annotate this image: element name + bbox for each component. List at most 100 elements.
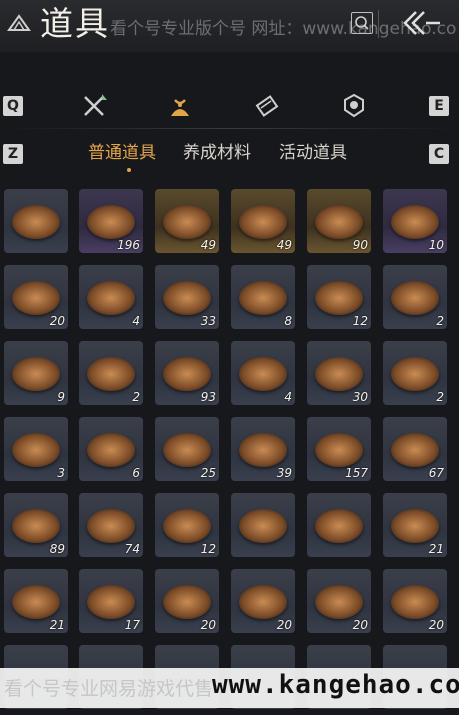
key-hint-c[interactable]: C <box>429 144 449 164</box>
item-count: 3 <box>57 466 65 480</box>
item-slot[interactable]: 4 <box>79 265 143 329</box>
bundle-icon[interactable] <box>166 92 194 120</box>
fish-plate-icon <box>12 509 60 543</box>
item-slot[interactable]: 25 <box>155 417 219 481</box>
item-count: 196 <box>117 238 140 252</box>
key-hint-q[interactable]: Q <box>3 96 23 116</box>
back-arrow-icon[interactable] <box>400 8 444 38</box>
item-slot[interactable]: 8 <box>231 265 295 329</box>
roast-plate-icon <box>239 509 287 543</box>
item-slot[interactable]: 20 <box>383 569 447 633</box>
gold-ingot-icon <box>239 205 287 239</box>
pancake-plate-icon <box>391 509 439 543</box>
item-count: 17 <box>124 618 140 632</box>
rice-bowl-icon <box>315 433 363 467</box>
tab-growth-materials[interactable]: 养成材料 <box>183 140 251 166</box>
item-slot[interactable]: 12 <box>155 493 219 557</box>
soup-bowl-icon <box>239 357 287 391</box>
item-count: 21 <box>428 542 444 556</box>
green-drink-icon <box>87 281 135 315</box>
header-bar: 道具 看个号专业版个号 网址：www.kangehao.co <box>0 0 459 52</box>
item-slot[interactable]: 90 <box>307 189 371 253</box>
stir-fry-plate-icon <box>163 357 211 391</box>
item-slot[interactable]: 10 <box>383 189 447 253</box>
rice-bowl-icon <box>391 433 439 467</box>
key-hint-e[interactable]: E <box>429 96 449 116</box>
item-count: 2 <box>132 390 140 404</box>
braised-plate-icon <box>315 357 363 391</box>
item-slot[interactable]: 157 <box>307 417 371 481</box>
item-slot[interactable]: 9 <box>4 341 68 405</box>
crossed-swords-icon[interactable] <box>80 92 108 120</box>
item-count: 12 <box>200 542 216 556</box>
item-count: 20 <box>352 618 368 632</box>
scroll-icon[interactable] <box>253 92 281 120</box>
watermark-bottom-url: www.kangehao.com <box>212 670 459 700</box>
key-hint-z[interactable]: Z <box>3 144 23 164</box>
item-slot[interactable]: 12 <box>307 265 371 329</box>
gem-icon <box>391 205 439 239</box>
item-count: 20 <box>276 618 292 632</box>
noodle-plate-icon <box>239 433 287 467</box>
item-slot[interactable]: 74 <box>79 493 143 557</box>
tab-event-items[interactable]: 活动道具 <box>279 140 347 166</box>
item-slot[interactable]: 20 <box>307 569 371 633</box>
item-slot[interactable]: 49 <box>231 189 295 253</box>
item-count: 2 <box>436 314 444 328</box>
item-slot[interactable] <box>231 493 295 557</box>
noodle-bowl-icon <box>315 585 363 619</box>
fan-icon[interactable] <box>6 10 32 36</box>
item-slot[interactable]: 20 <box>155 569 219 633</box>
item-slot[interactable] <box>4 189 68 253</box>
item-count: 93 <box>200 390 216 404</box>
item-count: 8 <box>284 314 292 328</box>
item-slot[interactable] <box>307 493 371 557</box>
watermark-bottom-cn: 看个号专业网易游戏代售 <box>4 678 214 700</box>
sliced-meat-icon <box>163 509 211 543</box>
item-count: 4 <box>132 314 140 328</box>
item-grid: 196 49 49 90 10 20 4 33 8 12 2 9 2 93 4 30 2 3 6 25 39 157 67 8… <box>0 186 459 715</box>
item-slot[interactable]: 6 <box>79 417 143 481</box>
item-slot[interactable]: 21 <box>4 569 68 633</box>
fish-plate-icon <box>12 585 60 619</box>
watermark-bottom: 看个号专业网易游戏代售 www.kangehao.com <box>0 668 459 708</box>
item-slot[interactable]: 2 <box>383 265 447 329</box>
item-count: 4 <box>284 390 292 404</box>
search-icon[interactable] <box>351 12 373 34</box>
item-slot[interactable]: 39 <box>231 417 295 481</box>
item-slot[interactable]: 17 <box>79 569 143 633</box>
item-slot[interactable]: 20 <box>4 265 68 329</box>
item-count: 20 <box>200 618 216 632</box>
item-count: 67 <box>428 466 444 480</box>
steamed-buns-icon <box>163 281 211 315</box>
item-slot[interactable]: 30 <box>307 341 371 405</box>
item-slot[interactable]: 2 <box>383 341 447 405</box>
egg-soup-icon <box>163 585 211 619</box>
item-slot[interactable]: 49 <box>155 189 219 253</box>
item-count: 2 <box>436 390 444 404</box>
fish-plate-icon <box>239 281 287 315</box>
item-slot[interactable]: 67 <box>383 417 447 481</box>
item-count: 89 <box>49 542 65 556</box>
tab-normal-items[interactable]: 普通道具 <box>88 140 156 166</box>
sliced-meat-icon <box>87 509 135 543</box>
coin-icon <box>315 205 363 239</box>
item-slot[interactable]: 33 <box>155 265 219 329</box>
item-slot[interactable]: 20 <box>231 569 295 633</box>
item-count: 90 <box>352 238 368 252</box>
item-count: 20 <box>428 618 444 632</box>
item-count: 49 <box>200 238 216 252</box>
medal-icon[interactable] <box>340 92 368 120</box>
letter-icon <box>12 205 60 239</box>
item-slot[interactable]: 196 <box>79 189 143 253</box>
item-slot[interactable]: 93 <box>155 341 219 405</box>
fish-plate-icon <box>315 281 363 315</box>
meat-bowl-icon <box>391 281 439 315</box>
item-count: 20 <box>49 314 65 328</box>
item-slot[interactable]: 3 <box>4 417 68 481</box>
item-slot[interactable]: 4 <box>231 341 295 405</box>
item-slot[interactable]: 89 <box>4 493 68 557</box>
item-slot[interactable]: 2 <box>79 341 143 405</box>
item-slot[interactable]: 21 <box>383 493 447 557</box>
item-count: 21 <box>49 618 65 632</box>
